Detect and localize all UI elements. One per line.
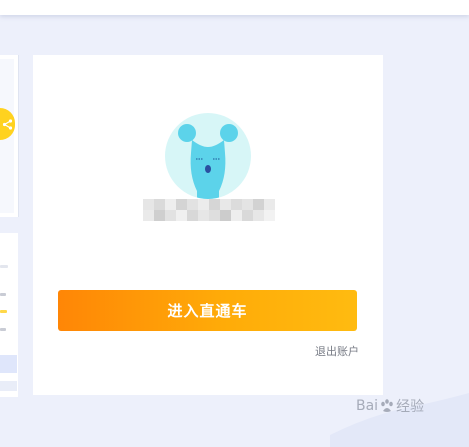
baidu-watermark: Bai 经验: [356, 396, 424, 416]
decorative-wave: [330, 393, 469, 447]
panel-line: [0, 265, 8, 268]
panel-line: [0, 328, 6, 331]
account-card: 进入直通车 退出账户: [33, 55, 383, 395]
logout-link[interactable]: 退出账户: [309, 343, 359, 359]
baidu-paw-icon: [381, 399, 393, 412]
watermark-brand-right: 经验: [396, 399, 425, 415]
panel-band: [0, 355, 17, 373]
panel-line: [0, 310, 7, 313]
watermark-brand-left: Bai: [356, 398, 379, 414]
left-side-panel-lower: [0, 233, 18, 397]
enter-ztc-button[interactable]: 进入直通车: [58, 290, 357, 331]
panel-line: [0, 293, 6, 296]
top-header-bar: [0, 0, 469, 15]
blue-bunny-avatar-icon: [165, 113, 251, 199]
username-blurred: [143, 199, 275, 221]
panel-band: [0, 381, 17, 391]
